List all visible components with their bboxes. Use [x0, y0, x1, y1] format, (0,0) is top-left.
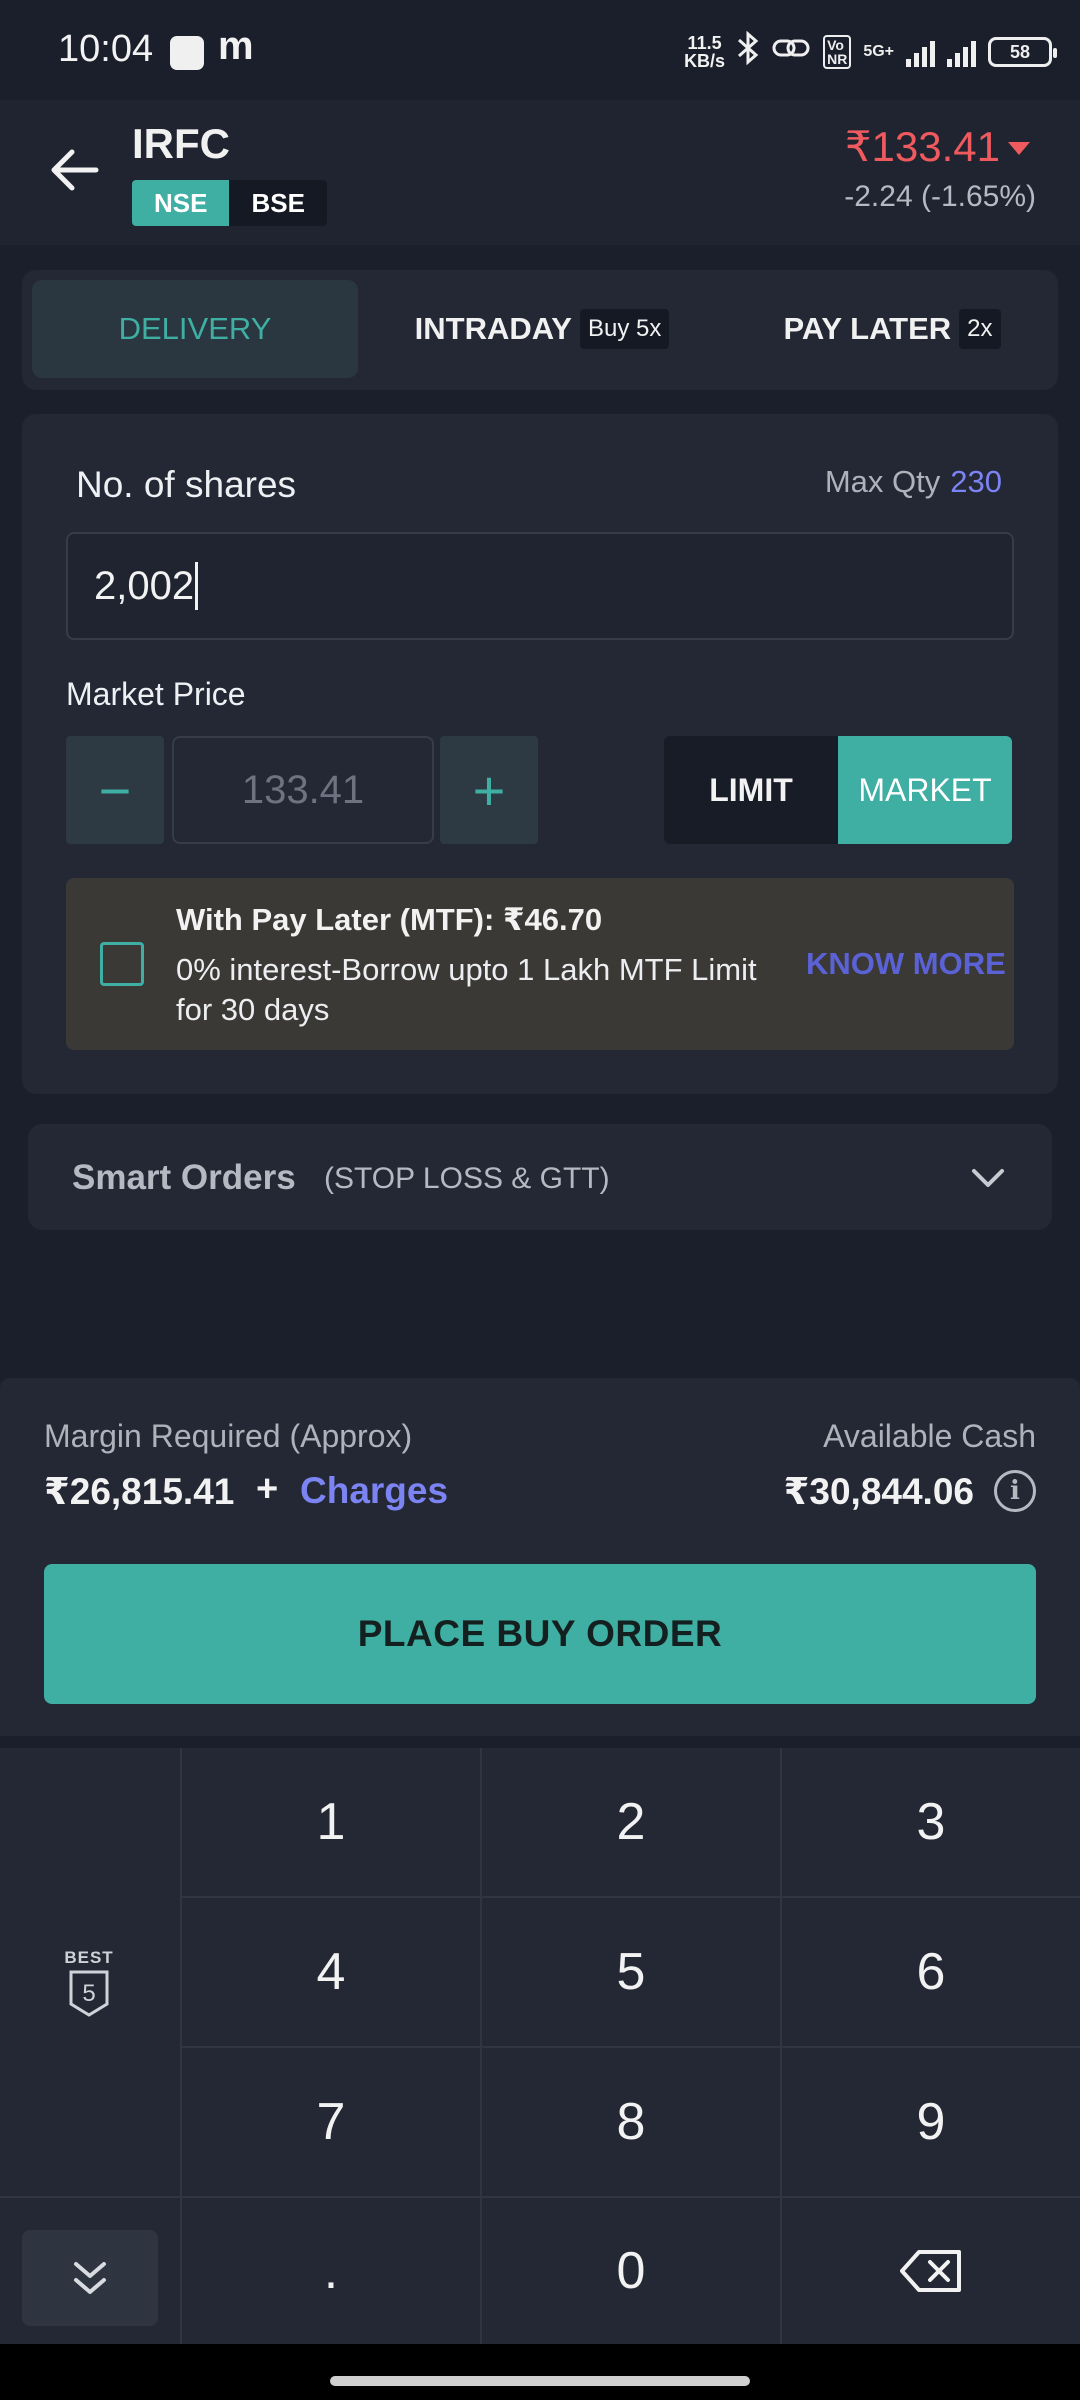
- collapse-keypad-button[interactable]: [22, 2230, 158, 2326]
- battery-icon: 58: [988, 37, 1057, 67]
- backspace-icon: [900, 2250, 961, 2292]
- best-5-button[interactable]: BEST 5: [52, 1948, 126, 2023]
- status-time: 10:04: [58, 28, 154, 70]
- key-3[interactable]: 3: [782, 1748, 1080, 1896]
- price-decrement-button[interactable]: −: [66, 736, 164, 844]
- shares-label: No. of shares: [76, 464, 297, 505]
- shield-icon: 5: [69, 1970, 109, 2017]
- place-buy-order-button[interactable]: PLACE BUY ORDER: [44, 1564, 1036, 1704]
- gesture-handle[interactable]: [330, 2376, 750, 2386]
- mtf-description: 0% interest-Borrow upto 1 Lakh MTF Limit…: [176, 952, 757, 1027]
- info-icon[interactable]: i: [994, 1470, 1036, 1512]
- mtf-checkbox[interactable]: [100, 942, 144, 986]
- tab-intraday-badge: Buy 5x: [579, 309, 670, 349]
- signal-icon: [906, 37, 935, 67]
- order-summary: Margin Required (Approx) ₹26,815.41 + Ch…: [0, 1378, 1080, 1736]
- key-8[interactable]: 8: [482, 2048, 780, 2196]
- numeric-keypad: 1 2 3 4 5 6 7 8 9 . 0 BEST 5: [0, 1748, 1080, 2344]
- signal-icon-2: [947, 37, 976, 67]
- stock-price: ₹133.41: [845, 122, 1030, 171]
- price-down-icon: [1008, 142, 1030, 155]
- battery-level: 58: [1009, 41, 1031, 62]
- status-bar: 10:04 m 11.5 KB/s Vo NR 5G+ 58: [0, 0, 1080, 100]
- tab-pay-later-label: PAY LATER: [783, 311, 952, 346]
- margin-required-value: ₹26,815.41: [44, 1471, 235, 1512]
- key-2[interactable]: 2: [482, 1748, 780, 1896]
- order-type-market[interactable]: MARKET: [838, 736, 1012, 844]
- bluetooth-icon: [737, 30, 759, 73]
- network-speed-unit: KB/s: [684, 51, 726, 71]
- notification-icon: [170, 36, 204, 70]
- price-value: ₹133.41: [844, 123, 1000, 170]
- tab-intraday-label: INTRADAY: [414, 311, 572, 346]
- tab-intraday[interactable]: INTRADAY Buy 5x: [382, 280, 702, 378]
- quantity-input[interactable]: 2,002: [66, 532, 1014, 640]
- double-chevron-down-icon: [74, 2262, 106, 2294]
- available-cash-value: ₹30,844.06: [783, 1471, 974, 1512]
- back-arrow-icon[interactable]: [50, 148, 100, 192]
- key-6[interactable]: 6: [782, 1898, 1080, 2046]
- max-qty-label: Max Qty: [824, 464, 941, 499]
- key-5[interactable]: 5: [482, 1898, 780, 2046]
- available-cash-label: Available Cash: [823, 1418, 1036, 1454]
- tab-pay-later[interactable]: PAY LATER 2x: [742, 280, 1042, 378]
- charges-link[interactable]: Charges: [300, 1470, 448, 1512]
- best-label: BEST: [64, 1948, 114, 1967]
- stock-header: IRFC NSE BSE ₹133.41 -2.24 (-1.65%): [0, 100, 1080, 245]
- max-qty: Max Qty 230: [825, 464, 1002, 500]
- max-qty-value: 230: [950, 464, 1002, 499]
- smart-orders-accordion[interactable]: Smart Orders (STOP LOSS & GTT): [28, 1124, 1052, 1230]
- app-notification-icon: m: [218, 24, 254, 68]
- tab-pay-later-badge: 2x: [959, 309, 1001, 349]
- status-icons: 11.5 KB/s Vo NR 5G+ 58: [684, 30, 1057, 74]
- quantity-value: 2,002: [94, 563, 195, 608]
- network-speed-value: 11.5: [687, 33, 722, 53]
- margin-required-label: Margin Required (Approx): [44, 1418, 413, 1454]
- backspace-key[interactable]: [782, 2198, 1080, 2344]
- tab-delivery[interactable]: DELIVERY: [32, 280, 358, 378]
- stock-symbol: IRFC: [132, 120, 230, 167]
- best-number: 5: [82, 1980, 95, 2007]
- exchange-bse[interactable]: BSE: [229, 180, 327, 226]
- key-9[interactable]: 9: [782, 2048, 1080, 2196]
- volte-icon: Vo NR: [823, 35, 852, 69]
- product-tabs: DELIVERY INTRADAY Buy 5x PAY LATER 2x: [22, 270, 1058, 390]
- price-input[interactable]: 133.41: [172, 736, 434, 844]
- mtf-title: With Pay Later (MTF): ₹46.70: [176, 902, 603, 937]
- market-price-label: Market Price: [66, 676, 246, 712]
- exchange-toggle: NSE BSE: [132, 180, 327, 226]
- key-0[interactable]: 0: [482, 2198, 780, 2344]
- price-change: -2.24 (-1.65%): [844, 180, 1036, 213]
- text-caret: [195, 562, 199, 610]
- smart-orders-subtitle: (STOP LOSS & GTT): [324, 1162, 610, 1195]
- know-more-link[interactable]: KNOW MORE: [798, 946, 1006, 982]
- exchange-nse[interactable]: NSE: [132, 180, 230, 226]
- network-speed: 11.5 KB/s: [684, 34, 725, 70]
- order-card: No. of shares Max Qty 230 2,002 Market Pr…: [22, 414, 1058, 1094]
- system-nav-bar: [0, 2344, 1080, 2400]
- plus-sign: +: [256, 1468, 279, 1510]
- key-1[interactable]: 1: [182, 1748, 480, 1896]
- order-type-limit[interactable]: LIMIT: [664, 736, 838, 844]
- mtf-banner: With Pay Later (MTF): ₹46.70 0% interest…: [66, 878, 1014, 1050]
- network-type: 5G+: [863, 43, 894, 60]
- smart-orders-title: Smart Orders: [72, 1158, 296, 1197]
- link-icon: [771, 33, 811, 71]
- price-increment-button[interactable]: +: [440, 736, 538, 844]
- key-decimal[interactable]: .: [182, 2198, 480, 2344]
- key-7[interactable]: 7: [182, 2048, 480, 2196]
- key-4[interactable]: 4: [182, 1898, 480, 2046]
- chevron-down-icon[interactable]: [968, 1158, 1008, 1198]
